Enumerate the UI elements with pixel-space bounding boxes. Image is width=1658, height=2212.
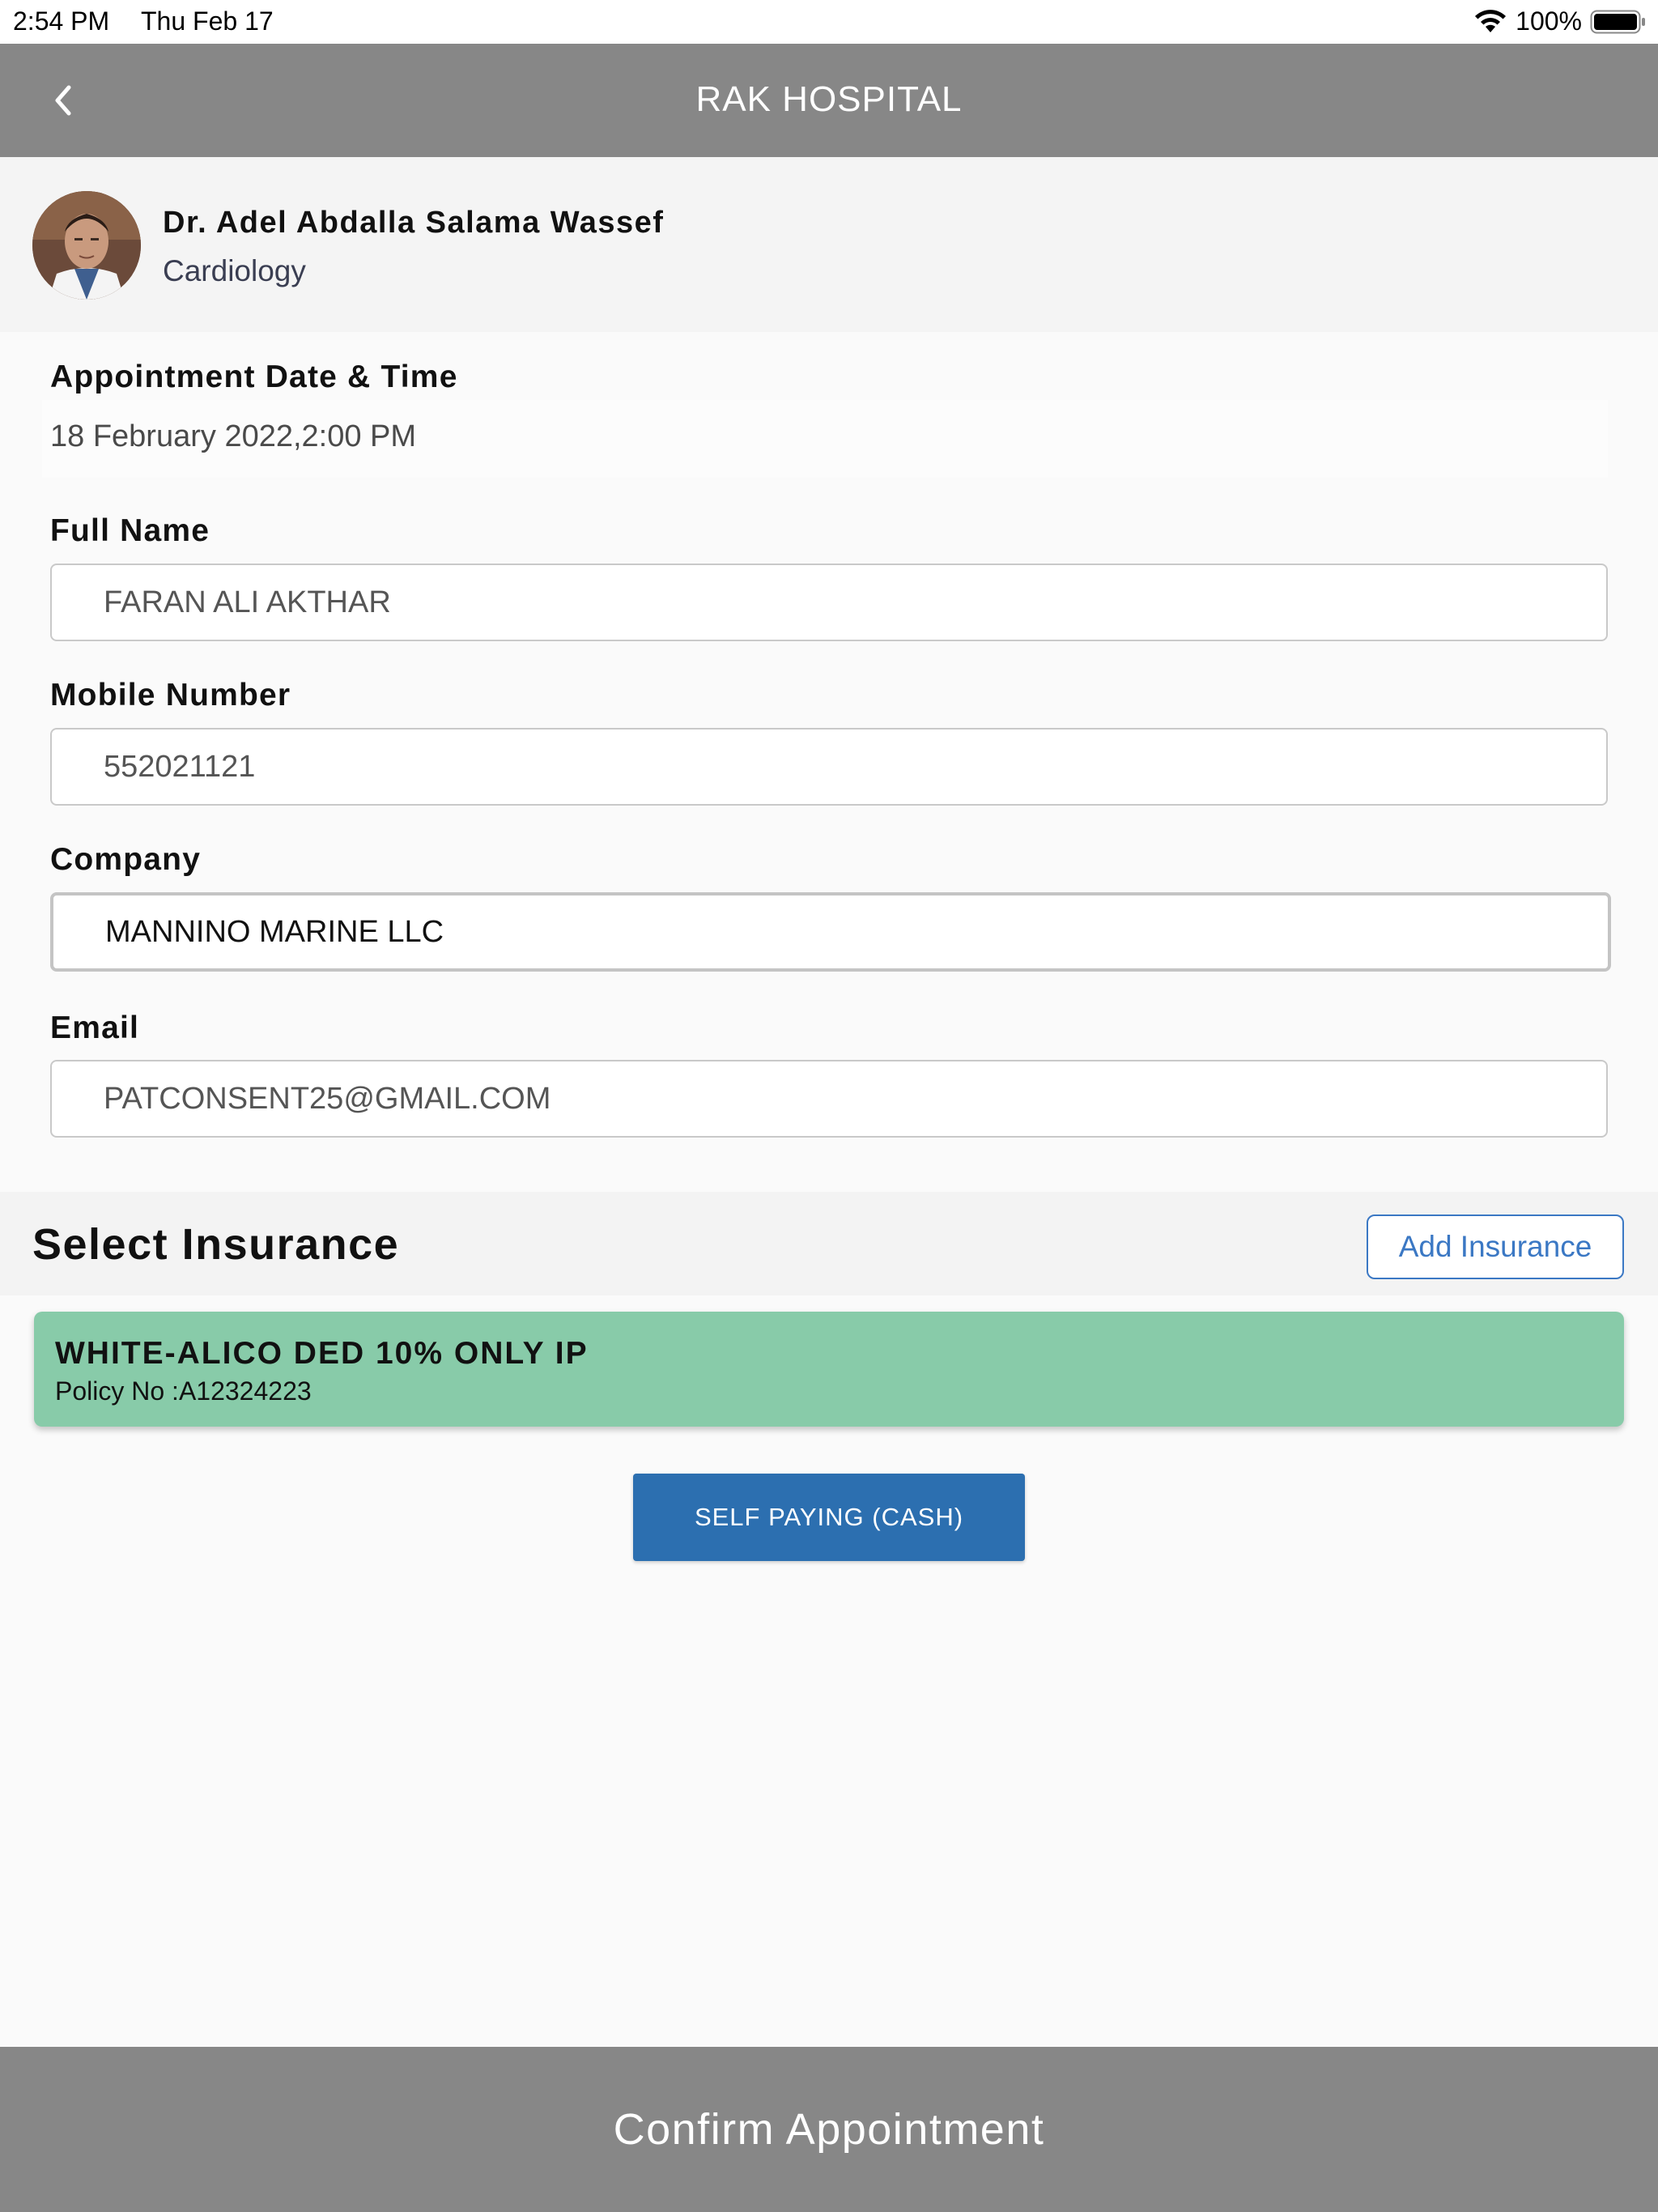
policy-number-value: A12324223 [178,1376,312,1406]
full-name-label: Full Name [50,513,210,548]
doctor-photo [32,191,141,300]
appointment-value-box: 18 February 2022,2:00 PM [42,400,1608,478]
battery-percentage: 100% [1516,6,1582,36]
page-title: RAK HOSPITAL [695,79,963,119]
insurance-plan-name: WHITE-ALICO DED 10% ONLY IP [55,1336,589,1371]
doctor-avatar [32,191,141,300]
company-field[interactable] [50,892,1611,972]
full-name-field[interactable] [50,564,1608,641]
confirm-appointment-button[interactable]: Confirm Appointment [0,2047,1658,2212]
insurance-card[interactable]: WHITE-ALICO DED 10% ONLY IP Policy No :A… [34,1312,1624,1427]
doctor-specialty: Cardiology [163,254,306,287]
nav-bar: RAK HOSPITAL [0,44,1658,157]
status-bar: 2:54 PM Thu Feb 17 100% [0,0,1658,44]
wifi-icon [1475,9,1507,32]
select-insurance-title: Select Insurance [32,1220,400,1269]
doctor-name: Dr. Adel Abdalla Salama Wassef [163,206,665,240]
mobile-number-label: Mobile Number [50,678,291,713]
status-indicators: 100% [1473,6,1647,36]
mobile-number-field[interactable] [50,728,1608,806]
status-date: Thu Feb 17 [141,6,274,36]
battery-icon [1590,10,1645,33]
email-field[interactable] [50,1060,1608,1138]
appointment-value: 18 February 2022,2:00 PM [50,419,417,453]
policy-number-label: Policy No : [55,1376,179,1406]
insurance-policy-row: Policy No :A12324223 [55,1376,312,1406]
doctor-card: Dr. Adel Abdalla Salama Wassef Cardiolog… [0,157,1658,332]
self-paying-cash-button[interactable]: SELF PAYING (CASH) [633,1474,1025,1561]
appointment-label: Appointment Date & Time [50,359,458,394]
email-label: Email [50,1010,140,1045]
company-label: Company [50,842,202,877]
insurance-header: Select Insurance Add Insurance [0,1192,1658,1295]
add-insurance-button[interactable]: Add Insurance [1367,1214,1624,1279]
status-time: 2:54 PM [13,6,110,36]
